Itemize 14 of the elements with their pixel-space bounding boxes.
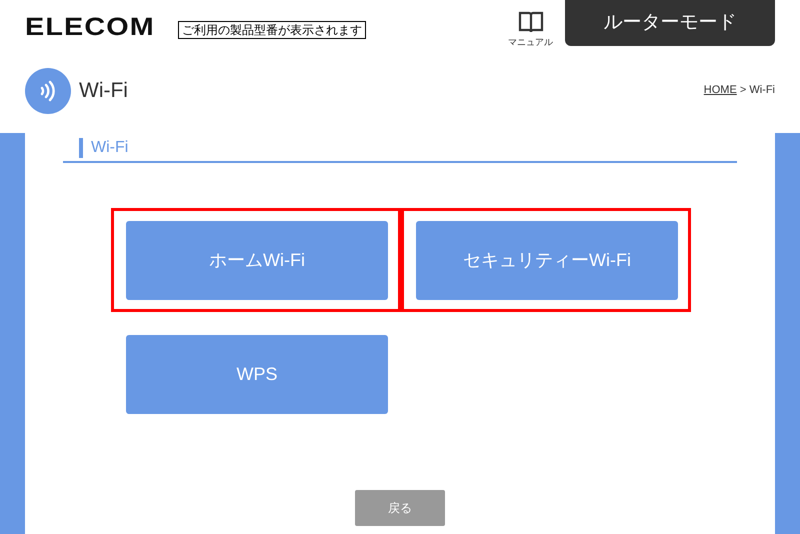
book-icon <box>518 10 544 34</box>
mode-button[interactable]: ルーターモード <box>565 0 775 46</box>
logo: ELECOM <box>25 15 155 40</box>
model-notice: ご利用の製品型番が表示されます <box>178 21 366 39</box>
wifi-icon <box>25 68 71 114</box>
section-heading: Wi-Fi <box>79 138 128 158</box>
menu-button[interactable]: セキュリティーWi-Fi <box>416 221 678 300</box>
page-title: Wi-Fi <box>79 78 128 104</box>
menu-button[interactable]: WPS <box>126 335 388 414</box>
back-button[interactable]: 戻る <box>355 490 445 526</box>
menu-button[interactable]: ホームWi-Fi <box>126 221 388 300</box>
breadcrumb-text: > Wi-Fi <box>738 83 775 98</box>
breadcrumb-link[interactable]: HOME <box>704 82 737 99</box>
manual-link[interactable]: マニュアル <box>508 10 553 50</box>
